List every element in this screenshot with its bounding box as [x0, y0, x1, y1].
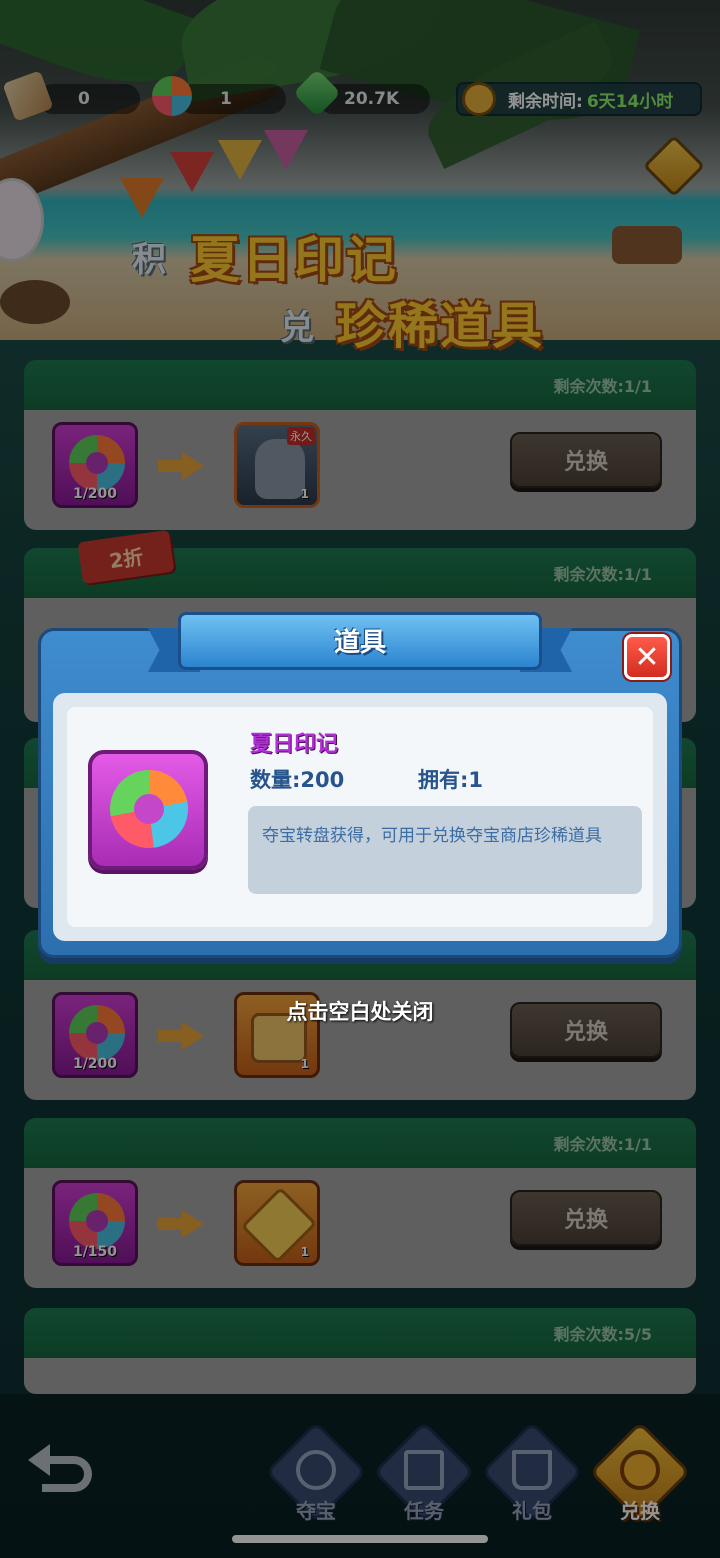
- item-quantity: 数量:200: [250, 768, 345, 792]
- tap-to-close-hint: 点击空白处关闭: [286, 1000, 434, 1024]
- close-icon: ✕: [634, 639, 660, 675]
- lifebuoy-icon: [110, 770, 188, 848]
- item-description: 夺宝转盘获得，可用于兑换夺宝商店珍稀道具: [248, 806, 642, 894]
- item-preview: [88, 750, 208, 870]
- item-owned: 拥有:1: [418, 768, 484, 792]
- modal-title: 道具: [333, 628, 386, 658]
- close-button[interactable]: ✕: [624, 634, 670, 680]
- modal-title-ribbon: 道具: [148, 612, 572, 676]
- item-name: 夏日印记: [250, 732, 339, 757]
